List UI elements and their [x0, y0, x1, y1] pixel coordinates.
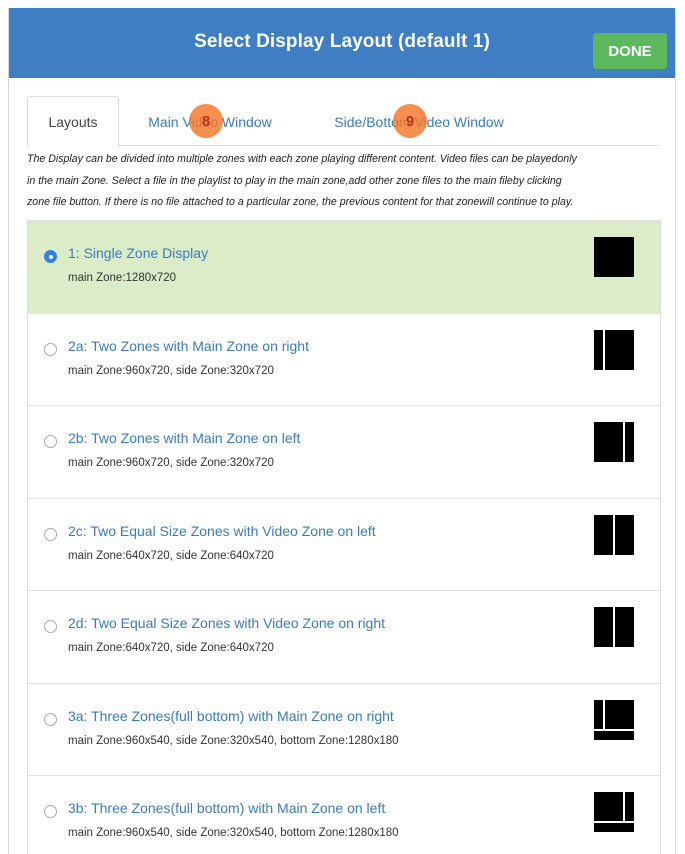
layout-option-title[interactable]: 2b: Two Zones with Main Zone on left — [68, 430, 300, 446]
tab-layouts[interactable]: Layouts — [27, 96, 119, 147]
layout-option-zones: main Zone:960x720, side Zone:320x720 — [68, 364, 274, 377]
layout-option-title[interactable]: 1: Single Zone Display — [68, 245, 208, 261]
two-equal-zones-icon — [594, 514, 634, 555]
layout-option-title[interactable]: 2a: Two Zones with Main Zone on right — [68, 338, 309, 354]
layout-option-2a[interactable]: 2a: Two Zones with Main Zone on right ma… — [28, 313, 660, 406]
layout-radio[interactable] — [44, 527, 57, 541]
dialog-title: Select Display Layout (default 1) — [194, 31, 490, 52]
layout-option-3a[interactable]: 3a: Three Zones(full bottom) with Main Z… — [28, 683, 660, 776]
layout-option-zones: main Zone:960x540, side Zone:320x540, bo… — [68, 827, 399, 839]
three-zone-main-left-icon — [594, 792, 634, 832]
two-equal-zones-icon — [594, 607, 634, 647]
layout-option-title[interactable]: 3b: Three Zones(full bottom) with Main Z… — [68, 800, 385, 816]
three-zone-main-right-icon — [594, 699, 634, 740]
layout-option-1[interactable]: 1: Single Zone Display main Zone:1280x72… — [28, 221, 660, 314]
layout-option-2c[interactable]: 2c: Two Equal Size Zones with Video Zone… — [28, 498, 660, 591]
layout-option-2b[interactable]: 2b: Two Zones with Main Zone on left mai… — [28, 406, 660, 499]
layout-radio[interactable] — [44, 805, 57, 818]
layout-option-zones: main Zone:960x720, side Zone:320x720 — [68, 457, 274, 469]
description-line: The Display can be divided into multiple… — [27, 153, 577, 165]
layout-description: The Display can be divided into multiple… — [27, 149, 671, 214]
layout-option-zones: main Zone:640x720, side Zone:640x720 — [68, 642, 274, 654]
layout-option-title[interactable]: 3a: Three Zones(full bottom) with Main Z… — [68, 708, 394, 724]
step-badge-9: 9 — [393, 104, 427, 138]
tab-bar: Layouts Main Video Window Side/Bottom Vi… — [27, 96, 659, 147]
layout-option-title[interactable]: 2c: Two Equal Size Zones with Video Zone… — [68, 523, 376, 539]
layout-list: 1: Single Zone Display main Zone:1280x72… — [27, 220, 661, 854]
step-badge-8: 8 — [189, 104, 223, 138]
layout-radio[interactable] — [44, 342, 57, 356]
layout-radio-selected[interactable] — [44, 250, 57, 263]
layout-option-3b[interactable]: 3b: Three Zones(full bottom) with Main Z… — [28, 776, 660, 854]
layout-option-title[interactable]: 2d: Two Equal Size Zones with Video Zone… — [68, 615, 385, 631]
description-line: zone file button. If there is no file at… — [27, 196, 574, 208]
layout-radio[interactable] — [44, 620, 57, 633]
done-button[interactable]: DONE — [593, 33, 667, 69]
description-line: in the main Zone. Select a file in the p… — [27, 174, 562, 187]
two-zone-main-right-icon — [594, 329, 634, 370]
layout-radio[interactable] — [44, 435, 57, 448]
two-zone-main-left-icon — [594, 422, 634, 462]
single-zone-icon — [594, 237, 634, 277]
dialog-header: Select Display Layout (default 1) DONE — [9, 8, 675, 78]
layout-option-2d[interactable]: 2d: Two Equal Size Zones with Video Zone… — [28, 591, 660, 684]
layout-option-zones: main Zone:640x720, side Zone:640x720 — [68, 549, 274, 562]
layout-radio[interactable] — [44, 712, 57, 726]
layout-option-zones: main Zone:1280x720 — [68, 272, 177, 284]
display-layout-dialog: Select Display Layout (default 1) DONE L… — [8, 8, 676, 854]
layout-option-zones: main Zone:960x540, side Zone:320x540, bo… — [68, 734, 399, 747]
